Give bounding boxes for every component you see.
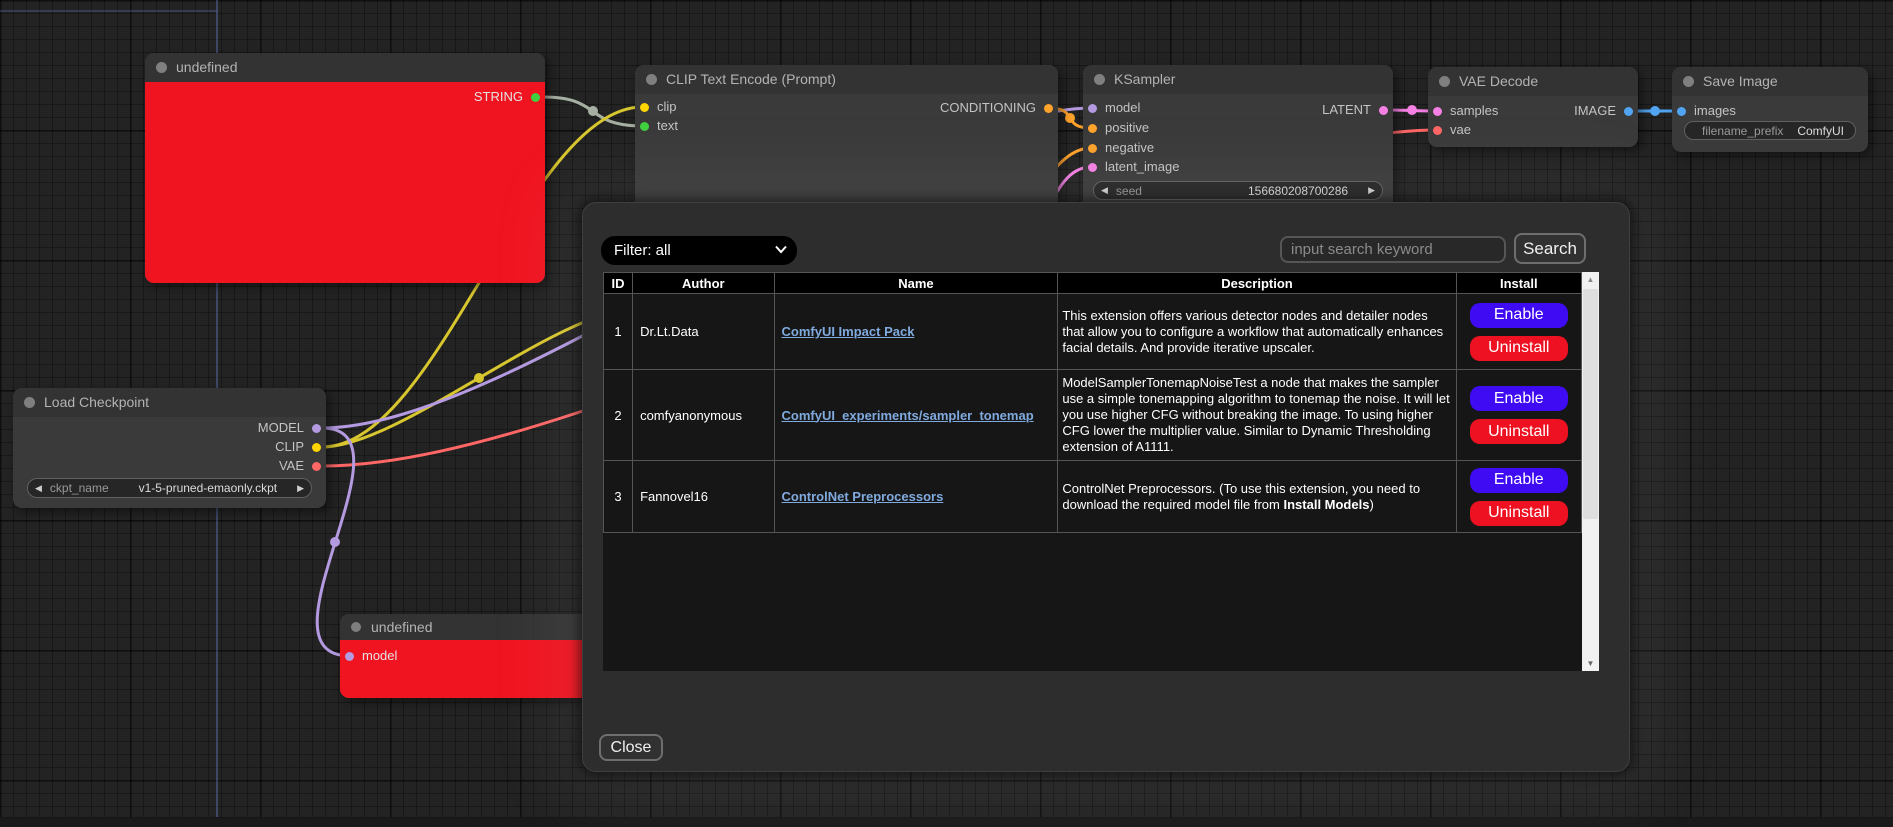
search-input[interactable] <box>1280 236 1506 263</box>
extension-link[interactable]: ComfyUI Impact Pack <box>782 324 915 339</box>
node-title: undefined <box>371 619 433 635</box>
input-slot-clip[interactable] <box>640 103 649 112</box>
wire-dot <box>588 106 598 116</box>
scrollbar-down-icon[interactable]: ▼ <box>1582 656 1599 671</box>
node-title: KSampler <box>1114 71 1175 87</box>
enable-button[interactable]: Enable <box>1470 468 1568 493</box>
extension-link[interactable]: ControlNet Preprocessors <box>782 489 944 504</box>
node-vae-decode[interactable]: VAE Decode samples vae IMAGE <box>1428 67 1638 147</box>
node-title: Load Checkpoint <box>44 394 149 410</box>
output-slot-latent[interactable] <box>1379 106 1388 115</box>
wire-dot <box>474 373 484 383</box>
widget-arrow-left-icon[interactable]: ◀ <box>35 484 42 493</box>
wire-dot <box>1065 113 1075 123</box>
table-scrollbar[interactable]: ▲ ▼ <box>1582 272 1599 671</box>
uninstall-button[interactable]: Uninstall <box>1470 419 1568 444</box>
wire-dot <box>330 537 340 547</box>
output-slot-model[interactable] <box>312 424 321 433</box>
cell-author: comfyanonymous <box>633 370 774 461</box>
header-description: Description <box>1058 273 1456 294</box>
uninstall-button[interactable]: Uninstall <box>1470 336 1568 361</box>
node-title: undefined <box>176 59 238 75</box>
enable-button[interactable]: Enable <box>1470 386 1568 411</box>
input-slot-negative[interactable] <box>1088 144 1097 153</box>
wire-dot <box>1650 106 1660 116</box>
node-title: VAE Decode <box>1459 73 1538 89</box>
widget-arrow-left-icon[interactable]: ◀ <box>1101 186 1108 195</box>
output-label-string: STRING <box>474 89 523 104</box>
header-id: ID <box>604 273 633 294</box>
node-title: Save Image <box>1703 73 1778 89</box>
ckpt-name-value: v1-5-pruned-emaonly.ckpt <box>139 481 278 495</box>
input-slot-samples[interactable] <box>1433 107 1442 116</box>
output-label-vae: VAE <box>279 458 304 473</box>
node-collapse-dot[interactable] <box>24 397 35 408</box>
uninstall-button[interactable]: Uninstall <box>1470 501 1568 526</box>
cell-description: ControlNet Preprocessors. (To use this e… <box>1058 461 1456 533</box>
output-label-conditioning: CONDITIONING <box>940 100 1036 115</box>
widget-arrow-right-icon[interactable]: ▶ <box>297 484 304 493</box>
input-slot-images[interactable] <box>1677 107 1686 116</box>
input-slot-latent-image[interactable] <box>1088 163 1097 172</box>
node-collapse-dot[interactable] <box>156 62 167 73</box>
filter-select-wrap: Filter: all <box>601 236 797 265</box>
comfyui-canvas[interactable]: undefined STRING CLIP Text Encode (Promp… <box>0 0 1893 827</box>
output-slot-vae[interactable] <box>312 462 321 471</box>
table-row: 1 Dr.Lt.Data ComfyUI Impact Pack This ex… <box>604 294 1582 370</box>
output-label-model: MODEL <box>258 420 304 435</box>
search-button[interactable]: Search <box>1514 233 1586 264</box>
seed-value: 156680208700286 <box>1248 184 1348 198</box>
enable-button[interactable]: Enable <box>1470 303 1568 328</box>
node-undefined-top[interactable]: undefined STRING <box>145 53 545 283</box>
scrollbar-up-icon[interactable]: ▲ <box>1582 272 1599 287</box>
table-header-row: ID Author Name Description Install <box>604 273 1582 294</box>
cell-id: 1 <box>604 294 633 370</box>
node-collapse-dot[interactable] <box>1094 74 1105 85</box>
cell-description: ModelSamplerTonemapNoiseTest a node that… <box>1058 370 1456 461</box>
node-collapse-dot[interactable] <box>1439 76 1450 87</box>
output-slot-clip[interactable] <box>312 443 321 452</box>
output-slot-image[interactable] <box>1624 107 1633 116</box>
node-collapse-dot[interactable] <box>351 622 361 632</box>
input-slot-text[interactable] <box>640 122 649 131</box>
cell-author: Dr.Lt.Data <box>633 294 774 370</box>
header-install: Install <box>1456 273 1581 294</box>
cell-id: 2 <box>604 370 633 461</box>
header-author: Author <box>633 273 774 294</box>
node-title: CLIP Text Encode (Prompt) <box>666 71 836 87</box>
widget-arrow-right-icon[interactable]: ▶ <box>1368 186 1375 195</box>
output-label-latent: LATENT <box>1322 102 1371 117</box>
filename-prefix-widget[interactable]: filename_prefix ComfyUI <box>1684 121 1856 140</box>
node-collapse-dot[interactable] <box>1683 76 1694 87</box>
node-collapse-dot[interactable] <box>646 74 657 85</box>
output-label-image: IMAGE <box>1574 103 1616 118</box>
extension-table: ID Author Name Description Install 1 Dr.… <box>603 272 1582 533</box>
input-slot-vae[interactable] <box>1433 126 1442 135</box>
wire-dot <box>1407 105 1417 115</box>
extension-link[interactable]: ComfyUI_experiments/sampler_tonemap <box>782 408 1034 423</box>
header-name: Name <box>774 273 1058 294</box>
table-row: 3 Fannovel16 ControlNet Preprocessors Co… <box>604 461 1582 533</box>
input-slot-positive[interactable] <box>1088 124 1097 133</box>
node-load-checkpoint[interactable]: Load Checkpoint MODEL CLIP VAE ◀ ckpt_na… <box>13 388 326 508</box>
cell-id: 3 <box>604 461 633 533</box>
cell-description: This extension offers various detector n… <box>1058 294 1456 370</box>
output-label-clip: CLIP <box>275 439 304 454</box>
node-undefined-bottom[interactable]: undefined model <box>340 614 600 698</box>
filename-prefix-value: ComfyUI <box>1797 124 1844 138</box>
output-slot-string[interactable] <box>531 93 540 102</box>
output-slot-conditioning[interactable] <box>1044 104 1053 113</box>
input-slot-model[interactable] <box>1088 104 1097 113</box>
seed-widget[interactable]: ◀ seed 156680208700286 ▶ <box>1093 181 1383 200</box>
cell-author: Fannovel16 <box>633 461 774 533</box>
table-row: 2 comfyanonymous ComfyUI_experiments/sam… <box>604 370 1582 461</box>
scrollbar-thumb[interactable] <box>1583 289 1598 519</box>
extension-table-scroll-area[interactable]: ID Author Name Description Install 1 Dr.… <box>603 272 1599 671</box>
custom-nodes-dialog: Filter: all Search ID Author Name Descri… <box>582 202 1630 772</box>
ckpt-name-widget[interactable]: ◀ ckpt_name v1-5-pruned-emaonly.ckpt ▶ <box>27 478 312 498</box>
input-slot-model[interactable] <box>345 652 354 661</box>
close-button[interactable]: Close <box>599 734 663 761</box>
node-save-image[interactable]: Save Image images filename_prefix ComfyU… <box>1672 67 1868 152</box>
filter-select[interactable]: Filter: all <box>601 236 797 265</box>
